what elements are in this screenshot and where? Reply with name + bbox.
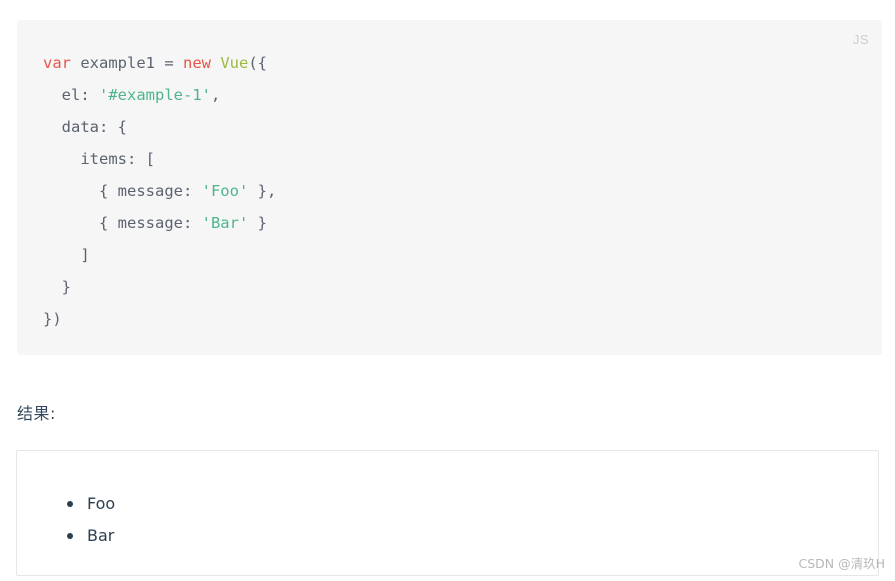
code-line: var example1 = new Vue({ (43, 54, 267, 72)
list-item: Bar (67, 520, 878, 552)
result-output-box: Foo Bar (16, 450, 879, 576)
code-line: { message: 'Bar' } (43, 214, 267, 232)
code-token-punct: ] (43, 246, 90, 264)
code-token-punct: }) (43, 310, 62, 328)
code-token-punct: } (248, 214, 267, 232)
code-block: JS var example1 = new Vue({ el: '#exampl… (17, 20, 882, 355)
code-line: ] (43, 246, 90, 264)
code-token-str: '#example-1' (99, 86, 211, 104)
code-token-plain: { message: (43, 182, 202, 200)
code-token-plain: example1 = (71, 54, 183, 72)
code-token-punct: } (43, 278, 71, 296)
bullet-icon (67, 533, 73, 539)
code-token-plain: { message: (43, 214, 202, 232)
code-line: } (43, 278, 71, 296)
code-token-plain: items: [ (43, 150, 155, 168)
code-token-str: 'Bar' (201, 214, 249, 232)
code-token-punct: }, (248, 182, 277, 200)
result-label: 结果: (17, 404, 56, 423)
bullet-icon (67, 501, 73, 507)
code-snippet[interactable]: var example1 = new Vue({ el: '#example-1… (17, 20, 882, 335)
code-token-kw: new (182, 54, 211, 72)
code-language-badge: JS (852, 32, 869, 47)
result-list: Foo Bar (17, 451, 878, 552)
code-line: }) (43, 310, 62, 328)
code-token-str: 'Foo' (201, 182, 249, 200)
code-line: items: [ (43, 150, 155, 168)
code-token-plain: el: (43, 86, 99, 104)
csdn-watermark: CSDN @清玖H (798, 556, 885, 571)
code-token-plain: data: { (43, 118, 127, 136)
code-line: el: '#example-1', (43, 86, 221, 104)
code-token-punct: ({ (248, 54, 267, 72)
list-item: Foo (67, 488, 878, 520)
code-token-punct: , (210, 86, 221, 104)
list-item-label: Bar (87, 526, 115, 545)
list-item-label: Foo (87, 494, 116, 513)
code-token-cls: Vue (220, 54, 249, 72)
code-token-kw: var (43, 54, 71, 72)
code-line: { message: 'Foo' }, (43, 182, 276, 200)
code-line: data: { (43, 118, 127, 136)
